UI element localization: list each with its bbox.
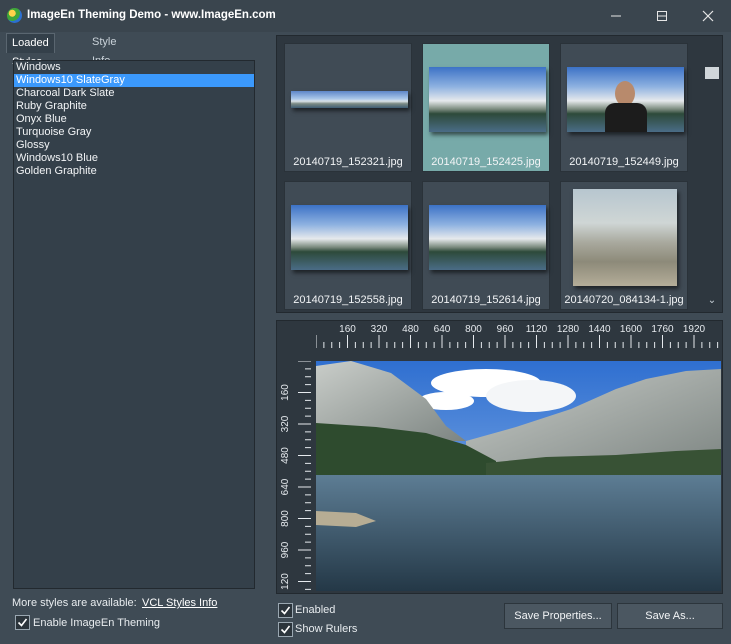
more-styles-label: More styles are available:: [12, 597, 137, 609]
thumbnail-item[interactable]: 20140720_084134-1.jpg: [560, 181, 688, 310]
checkmark-icon: [17, 618, 28, 627]
thumbnail-caption: 20140719_152449.jpg: [569, 156, 679, 168]
list-item[interactable]: Charcoal Dark Slate: [14, 87, 254, 100]
thumbnail-image: [291, 91, 408, 108]
save-properties-button[interactable]: Save Properties...: [504, 603, 612, 629]
ruler-label: 800: [280, 510, 291, 527]
tab-loaded-styles[interactable]: Loaded Styles: [6, 33, 55, 68]
ruler-label: 160: [339, 324, 356, 335]
list-item[interactable]: Turquoise Gray: [14, 126, 254, 139]
vcl-styles-info-link[interactable]: VCL Styles Info: [142, 597, 217, 609]
thumbnail-item[interactable]: 20140719_152321.jpg: [284, 43, 412, 172]
thumbnail-item-selected[interactable]: 20140719_152425.jpg: [422, 43, 550, 172]
thumbnail-image: [429, 205, 546, 270]
save-as-button[interactable]: Save As...: [617, 603, 723, 629]
enable-theming-checkbox[interactable]: [15, 615, 30, 630]
ruler-label: 1440: [588, 324, 611, 335]
thumbnail-image: [573, 189, 677, 286]
thumbnail-image: [429, 67, 546, 132]
app-globe-icon: [7, 8, 22, 23]
ruler-label: 320: [371, 324, 388, 335]
list-item[interactable]: Ruby Graphite: [14, 100, 254, 113]
list-item[interactable]: Glossy: [14, 139, 254, 152]
ruler-label: 960: [280, 541, 291, 558]
enabled-label: Enabled: [295, 604, 336, 616]
enable-theming-label: Enable ImageEn Theming: [33, 617, 160, 629]
main-photo: [316, 361, 721, 591]
window-title: ImageEn Theming Demo - www.ImageEn.com: [27, 9, 276, 21]
ruler-label: 1120: [526, 324, 548, 335]
thumbnail-caption: 20140719_152614.jpg: [431, 294, 541, 306]
minimize-icon: [611, 15, 621, 17]
enabled-checkbox[interactable]: [278, 603, 293, 618]
list-item[interactable]: Windows: [14, 61, 254, 74]
minimize-button[interactable]: [593, 0, 639, 32]
ruler-label: 800: [465, 324, 482, 335]
ruler-label: 1920: [683, 324, 706, 335]
ruler-label: 320: [280, 415, 291, 432]
close-button[interactable]: [685, 0, 731, 32]
horizontal-ruler: 160 320 480 640 800 960 1120 1280 1440 1600 1760 19…: [316, 321, 721, 361]
ruler-label: 640: [280, 478, 291, 495]
maximize-button[interactable]: [639, 0, 685, 32]
scrollbar-thumb[interactable]: [705, 67, 719, 79]
list-item[interactable]: Onyx Blue: [14, 113, 254, 126]
list-item[interactable]: Golden Graphite: [14, 165, 254, 178]
show-rulers-label: Show Rulers: [295, 623, 358, 635]
list-item[interactable]: Windows10 Blue: [14, 152, 254, 165]
thumbnail-item[interactable]: 20140719_152614.jpg: [422, 181, 550, 310]
show-rulers-checkbox[interactable]: [278, 622, 293, 637]
vertical-ruler: 160 320 480 640 800 960 120: [277, 361, 316, 591]
ruler-label: 1280: [557, 324, 580, 335]
thumbnail-image: [567, 67, 684, 132]
thumbnail-caption: 20140719_152558.jpg: [293, 294, 403, 306]
ruler-label: 1600: [620, 324, 643, 335]
ruler-label: 120: [280, 573, 291, 590]
ruler-label: 960: [497, 324, 514, 335]
ruler-label: 160: [280, 384, 291, 401]
checkmark-icon: [280, 625, 291, 634]
thumbnail-caption: 20140719_152321.jpg: [293, 156, 403, 168]
ruler-label: 1760: [651, 324, 674, 335]
ruler-label: 480: [280, 447, 291, 464]
close-icon: [702, 10, 714, 22]
scroll-down-arrow-icon[interactable]: ⌄: [705, 295, 719, 307]
ruler-label: 640: [434, 324, 451, 335]
checkmark-icon: [280, 606, 291, 615]
styles-listbox[interactable]: Windows Windows10 SlateGray Charcoal Dar…: [13, 60, 255, 589]
thumbnail-image: [291, 205, 408, 270]
tab-style-info[interactable]: Style Info: [87, 33, 121, 67]
thumbnail-item[interactable]: 20140719_152449.jpg: [560, 43, 688, 172]
thumbnail-item[interactable]: 20140719_152558.jpg: [284, 181, 412, 310]
ruler-label: 480: [402, 324, 419, 335]
thumbnail-caption: 20140719_152425.jpg: [431, 156, 541, 168]
list-item-selected[interactable]: Windows10 SlateGray: [14, 74, 254, 87]
thumbnail-caption: 20140720_084134-1.jpg: [564, 294, 684, 306]
maximize-icon: [657, 11, 667, 21]
